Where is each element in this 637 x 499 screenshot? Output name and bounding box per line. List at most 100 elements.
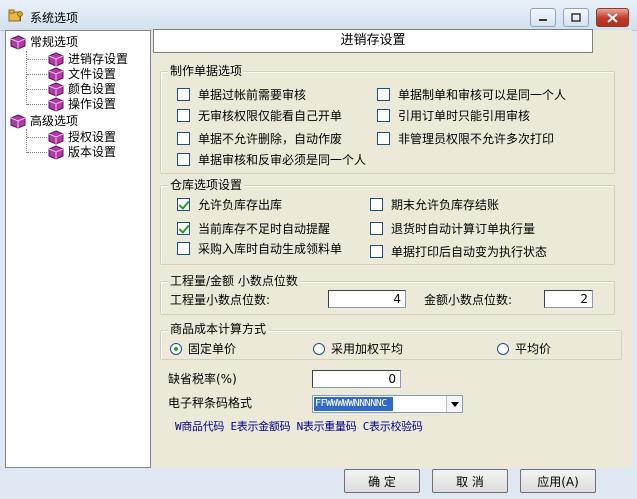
- tree-item-license[interactable]: 授权设置: [48, 129, 117, 145]
- checkbox-label: 单据制单和审核可以是同一个人: [398, 88, 567, 102]
- tree-item-label: 常规选项: [30, 35, 79, 49]
- checkbox-reference-reviewed-orders[interactable]: 引用订单时只能引用审核: [377, 107, 530, 124]
- tree-item-advanced[interactable]: 高级选项: [10, 113, 79, 129]
- checkbox-box[interactable]: [177, 109, 190, 122]
- close-icon: [607, 12, 618, 23]
- checkbox-print-to-executing[interactable]: 单据打印后自动变为执行状态: [370, 243, 547, 260]
- radio-label: 固定单价: [188, 342, 237, 356]
- apply-button[interactable]: 应用(A): [520, 469, 596, 493]
- checkbox-period-end-negative[interactable]: 期末允许负库存结账: [370, 196, 499, 213]
- checkbox-label: 当前库存不足时自动提醒: [198, 222, 331, 236]
- tree-item-label: 进销存设置: [68, 52, 129, 66]
- maximize-icon: [571, 13, 581, 22]
- cube-icon: [48, 96, 64, 112]
- cube-icon: [10, 113, 26, 129]
- checkbox-box[interactable]: [377, 88, 390, 101]
- tree-item-version[interactable]: 版本设置: [48, 144, 117, 160]
- cube-icon: [48, 81, 64, 97]
- cube-icon: [48, 144, 64, 160]
- radio-dot[interactable]: [497, 342, 509, 355]
- tree-item-inventory[interactable]: 进销存设置: [48, 51, 129, 67]
- options-tree[interactable]: 常规选项 进销存设置 文件设置 颜色设置 操作设置 高级选项 授权设置 版本设置: [5, 30, 151, 468]
- cube-icon: [48, 129, 64, 145]
- cost-method-title: 商品成本计算方式: [168, 322, 269, 336]
- checkbox-label: 单据过帐前需要审核: [198, 88, 307, 102]
- qty-decimals-label: 工程量小数点位数:: [170, 293, 271, 307]
- tree-item-file[interactable]: 文件设置: [48, 66, 117, 82]
- checkbox-no-multi-print[interactable]: 非管理员权限不允许多次打印: [377, 130, 554, 147]
- checkbox-label: 采购入库时自动生成领料单: [198, 242, 343, 256]
- ok-button[interactable]: 确 定: [344, 469, 420, 493]
- checkbox-no-delete-auto-void[interactable]: 单据不允许删除，自动作废: [177, 130, 342, 147]
- checkbox-return-calc-order[interactable]: 退货时自动计算订单执行量: [370, 220, 535, 237]
- checkbox-own-docs-only[interactable]: 无审核权限仅能看自己开单: [177, 107, 342, 124]
- radio-average-price[interactable]: 平均价: [497, 340, 551, 357]
- checkbox-label: 期末允许负库存结账: [391, 198, 500, 212]
- tree-item-label: 颜色设置: [68, 82, 117, 96]
- cube-icon: [10, 34, 26, 50]
- checkbox-label: 无审核权限仅能看自己开单: [198, 109, 343, 123]
- folder-key-icon: [8, 9, 23, 22]
- tree-item-label: 授权设置: [68, 130, 117, 144]
- cube-icon: [48, 66, 64, 82]
- doc-options-title: 制作单据选项: [168, 64, 245, 78]
- checkbox-box[interactable]: [177, 132, 190, 145]
- radio-dot[interactable]: [313, 342, 325, 355]
- radio-label: 采用加权平均: [331, 342, 404, 356]
- decimals-title: 工程量/金额 小数点位数: [168, 274, 300, 288]
- barcode-format-label: 电子秤条码格式: [168, 396, 253, 410]
- tree-item-operation[interactable]: 操作设置: [48, 96, 117, 112]
- tree-item-general[interactable]: 常规选项: [10, 34, 79, 50]
- barcode-legend: W商品代码 E表示金额码 N表示重量码 C表示校验码: [175, 420, 423, 433]
- tax-rate-input[interactable]: 0: [312, 370, 401, 388]
- tree-item-label: 操作设置: [68, 97, 117, 111]
- tree-item-color[interactable]: 颜色设置: [48, 81, 117, 97]
- checkbox-label: 允许负库存出库: [198, 198, 283, 212]
- qty-decimals-input[interactable]: 4: [328, 290, 406, 308]
- tree-item-label: 文件设置: [68, 67, 117, 81]
- checkbox-box[interactable]: [177, 198, 190, 211]
- checkbox-box[interactable]: [370, 222, 383, 235]
- maximize-button[interactable]: [563, 8, 589, 27]
- checkbox-low-stock-reminder[interactable]: 当前库存不足时自动提醒: [177, 220, 330, 237]
- checkbox-review-before-post[interactable]: 单据过帐前需要审核: [177, 86, 306, 103]
- checkbox-box[interactable]: [177, 242, 190, 255]
- checkbox-label: 非管理员权限不允许多次打印: [398, 132, 555, 146]
- minimize-icon: [539, 18, 547, 21]
- checkbox-label: 单据审核和反审必须是同一个人: [198, 153, 367, 167]
- checkbox-box[interactable]: [377, 132, 390, 145]
- close-button[interactable]: [596, 8, 629, 27]
- checkbox-label: 单据不允许删除，自动作废: [198, 132, 343, 146]
- checkbox-label: 单据打印后自动变为执行状态: [391, 245, 548, 259]
- checkbox-allow-negative-stock[interactable]: 允许负库存出库: [177, 196, 282, 213]
- radio-weighted-average[interactable]: 采用加权平均: [313, 340, 403, 357]
- amount-decimals-input[interactable]: 2: [544, 290, 593, 308]
- window-title: 系统选项: [30, 11, 79, 25]
- radio-dot[interactable]: [170, 342, 182, 355]
- checkbox-same-maker-reviewer[interactable]: 单据制单和审核可以是同一个人: [377, 86, 566, 103]
- minimize-button[interactable]: [530, 8, 556, 27]
- chevron-down-icon[interactable]: [446, 396, 462, 412]
- checkbox-box[interactable]: [177, 88, 190, 101]
- barcode-format-value: FFWWWWWNNNNNC: [314, 397, 393, 411]
- radio-label: 平均价: [515, 342, 552, 356]
- checkbox-box[interactable]: [177, 222, 190, 235]
- barcode-format-select[interactable]: FFWWWWWNNNNNC: [312, 395, 463, 413]
- checkbox-box[interactable]: [177, 153, 190, 166]
- checkbox-label: 退货时自动计算订单执行量: [391, 222, 536, 236]
- checkbox-box[interactable]: [370, 198, 383, 211]
- warehouse-title: 仓库选项设置: [168, 178, 245, 192]
- amount-decimals-label: 金额小数点位数:: [424, 293, 513, 307]
- cube-icon: [48, 51, 64, 67]
- checkbox-box[interactable]: [377, 109, 390, 122]
- tree-item-label: 高级选项: [30, 114, 79, 128]
- checkbox-box[interactable]: [370, 245, 383, 258]
- tax-rate-label: 缺省税率(%): [168, 372, 237, 386]
- checkbox-label: 引用订单时只能引用审核: [398, 109, 531, 123]
- radio-fixed-price[interactable]: 固定单价: [170, 340, 236, 357]
- checkbox-same-reviewer-unreviewer[interactable]: 单据审核和反审必须是同一个人: [177, 151, 366, 168]
- pane-header: 进销存设置: [153, 29, 593, 53]
- cancel-button[interactable]: 取 消: [432, 469, 508, 493]
- tree-item-label: 版本设置: [68, 145, 117, 159]
- checkbox-auto-material-requisition[interactable]: 采购入库时自动生成领料单: [177, 240, 342, 257]
